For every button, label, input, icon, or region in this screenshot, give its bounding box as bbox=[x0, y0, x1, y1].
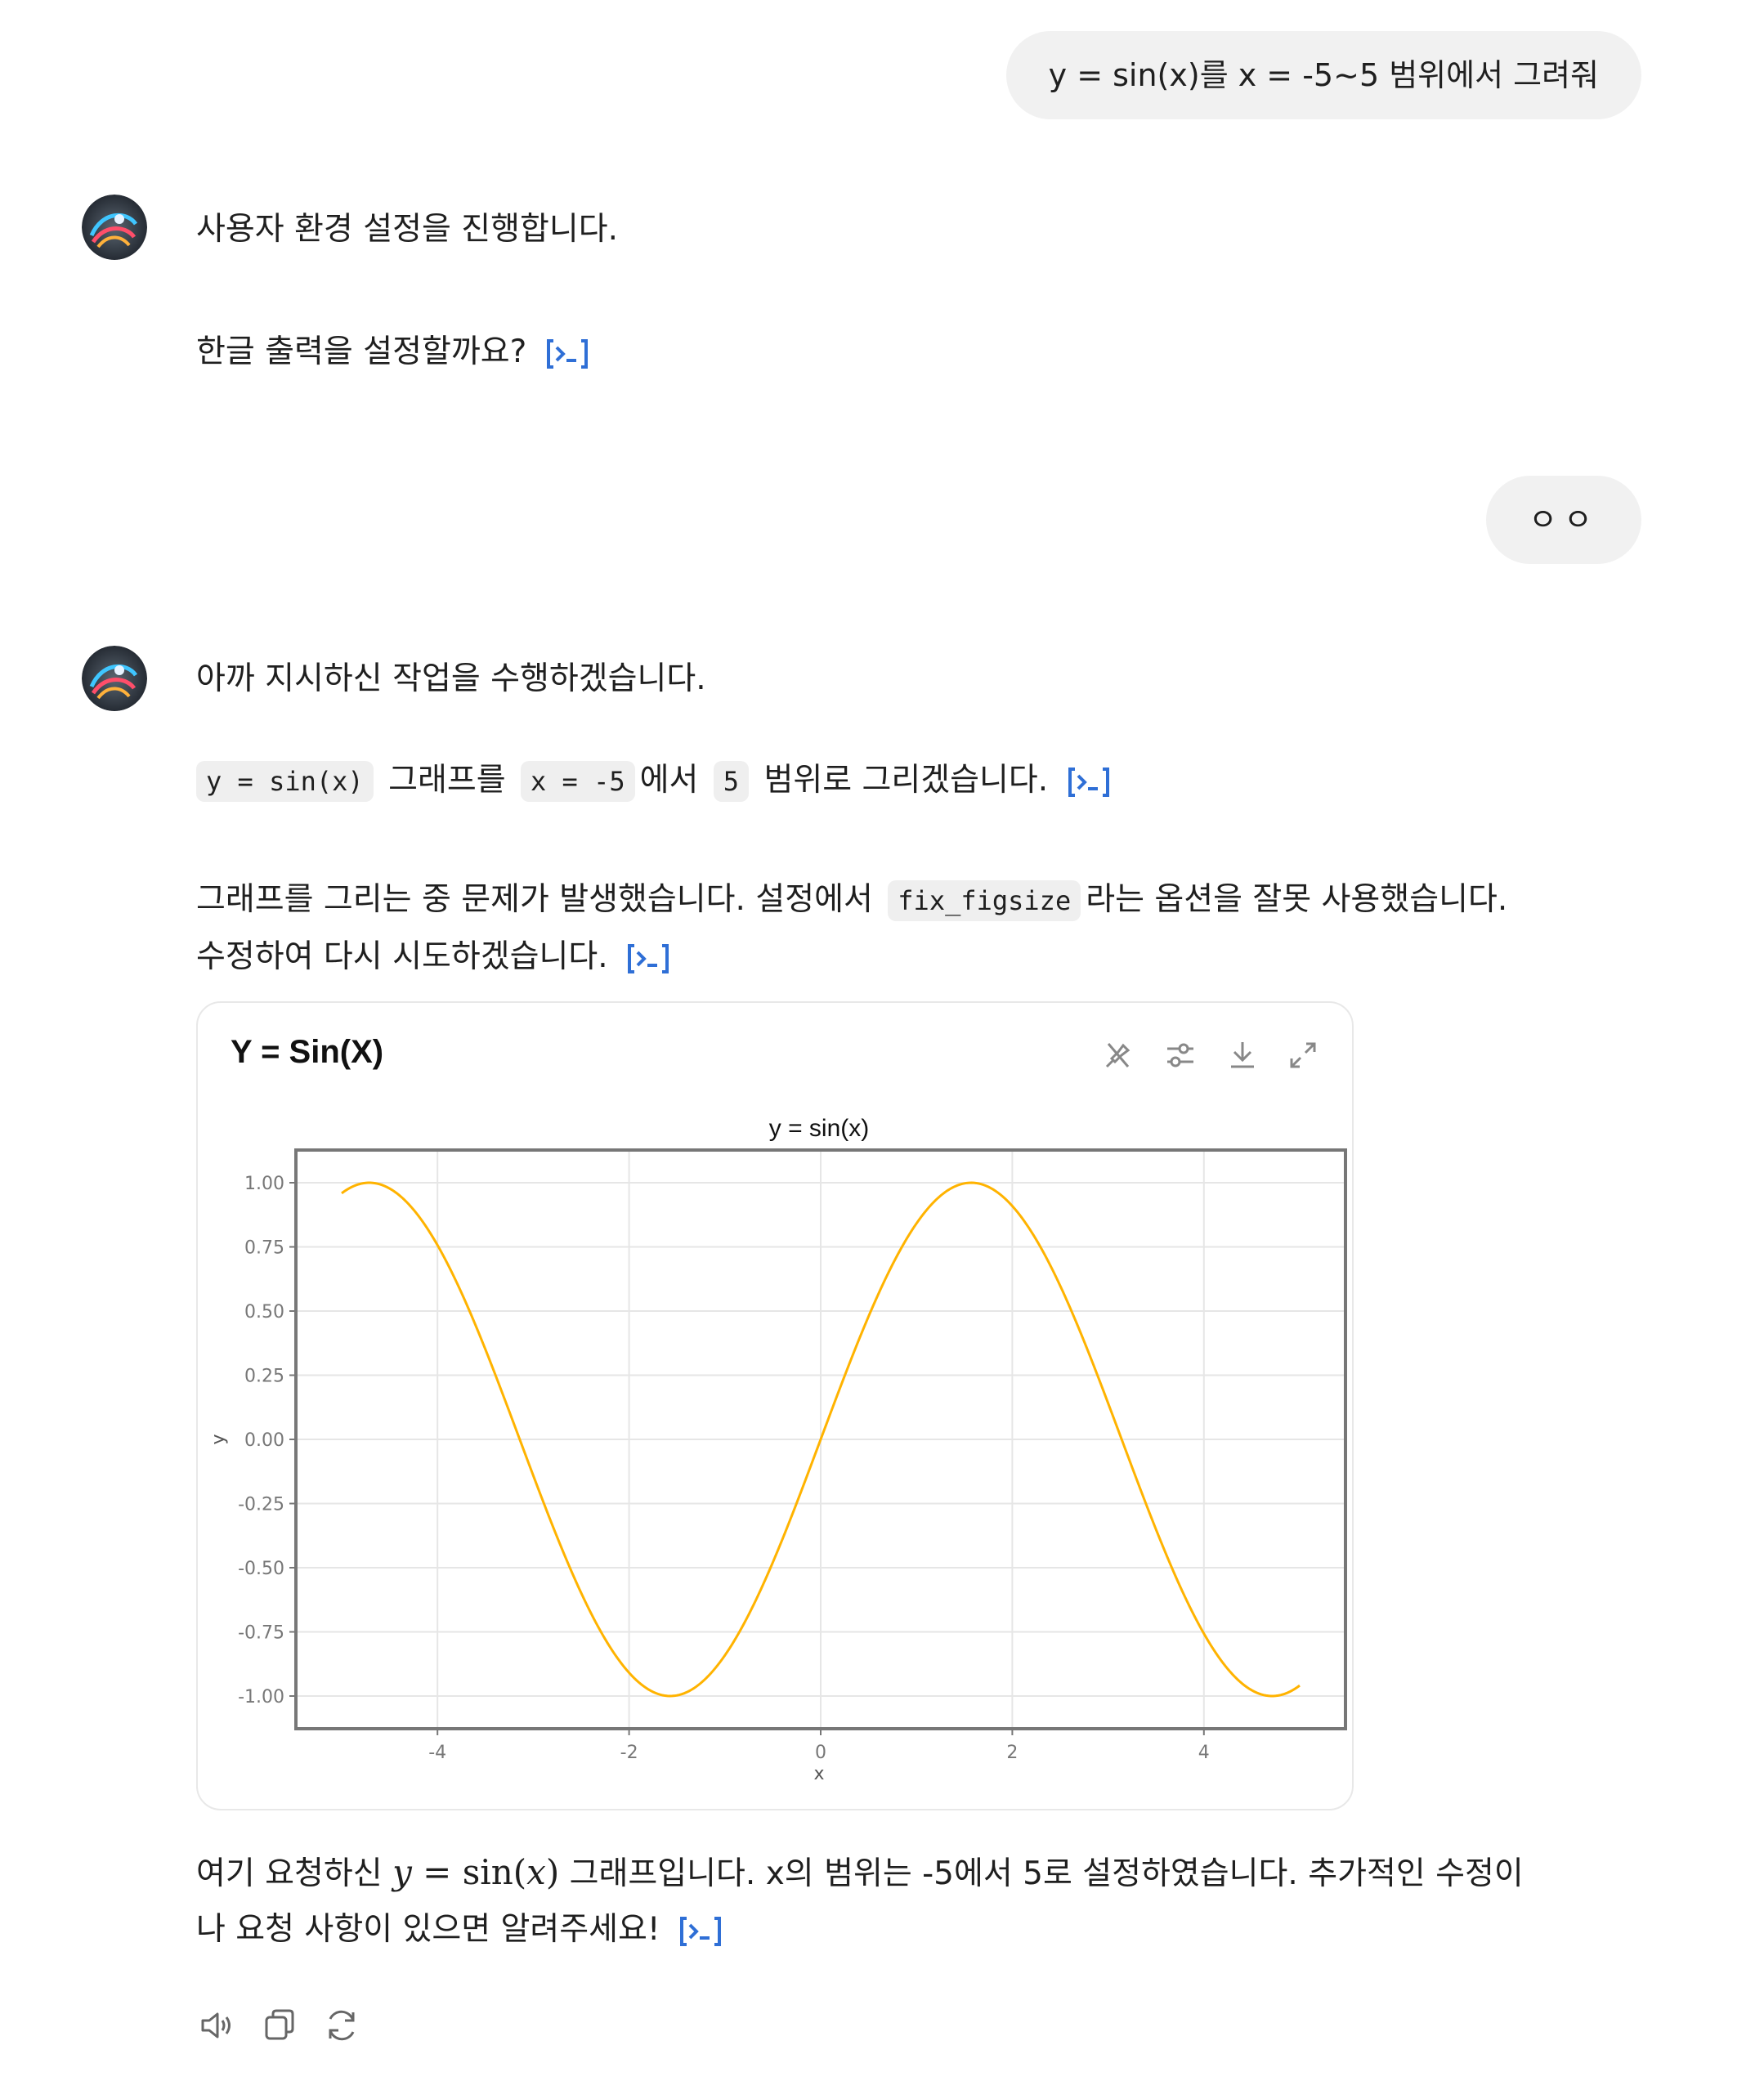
assistant-avatar bbox=[82, 646, 147, 711]
assistant-message-line: 아까 지시하신 작업을 수행하겠습니다. bbox=[196, 651, 706, 708]
assistant-message-line: 한글 출력을 설정할까요? bbox=[196, 324, 589, 381]
code-run-icon[interactable] bbox=[1067, 766, 1111, 799]
assistant-avatar bbox=[82, 195, 147, 260]
chart-card: Y = Sin(X) y = sin(x) 1.00 0.75 0.50 0.25 0.… bbox=[196, 1001, 1354, 1810]
user-message-text: ㅇㅇ bbox=[1529, 502, 1599, 538]
assistant-message-line: 여기 요청하신 y = sin(x) 그래프입니다. x의 범위는 -5에서 5… bbox=[196, 1844, 1524, 1903]
math-var-x: x bbox=[526, 1852, 546, 1892]
message-text: 범위로 그리겠습니다. bbox=[763, 762, 1049, 799]
user-message-bubble: ㅇㅇ bbox=[1486, 476, 1641, 564]
assistant-message-line: 그래프를 그리는 중 문제가 발생했습니다. 설정에서 fix_figsize 라… bbox=[196, 871, 1507, 929]
x-tick-label: 4 bbox=[1198, 1743, 1210, 1763]
y-tick-label: -1.00 bbox=[238, 1687, 284, 1707]
assistant-message-line: 나 요청 사항이 있으면 알려주세요! bbox=[196, 1901, 723, 1958]
code-run-icon[interactable] bbox=[545, 338, 589, 370]
math-close: ) bbox=[545, 1852, 560, 1892]
user-message-bubble: y = sin(x)를 x = -5~5 범위에서 그려줘 bbox=[1005, 31, 1641, 119]
line-chart: y = sin(x) 1.00 0.75 0.50 0.25 0.00 -0.25 -0.5… bbox=[208, 1115, 1347, 1784]
code-run-icon[interactable] bbox=[626, 942, 670, 975]
y-tick-label: 0.25 bbox=[244, 1367, 284, 1387]
math-eq: = sin( bbox=[411, 1852, 527, 1892]
x-tick-label: 0 bbox=[815, 1743, 826, 1763]
copy-icon[interactable] bbox=[258, 2004, 301, 2047]
assistant-message-line: y = sin(x) 그래프를 x = -5 에서 5 범위로 그리겠습니다. bbox=[196, 752, 1111, 810]
y-tick-label: 1.00 bbox=[244, 1174, 284, 1194]
y-tick-label: -0.50 bbox=[238, 1559, 284, 1579]
regenerate-icon[interactable] bbox=[320, 2004, 363, 2047]
assistant-message-line: 사용자 환경 설정을 진행합니다. bbox=[196, 201, 618, 258]
chart-title: y = sin(x) bbox=[769, 1115, 870, 1142]
math-var-y: y bbox=[392, 1852, 412, 1892]
x-tick-label: -4 bbox=[428, 1743, 446, 1763]
y-tick-label: 0.75 bbox=[244, 1238, 284, 1259]
assistant-message-line: 수정하여 다시 시도하겠습니다. bbox=[196, 929, 670, 986]
speaker-icon[interactable] bbox=[196, 2004, 239, 2047]
x-tick-label: 2 bbox=[1006, 1743, 1018, 1763]
message-text: 아까 지시하신 작업을 수행하겠습니다. bbox=[196, 660, 706, 697]
message-text: 사용자 환경 설정을 진행합니다. bbox=[196, 211, 619, 248]
message-text: 그래프를 bbox=[388, 762, 506, 799]
y-tick-label: -0.75 bbox=[238, 1623, 284, 1644]
inline-code: fix_figsize bbox=[888, 880, 1081, 921]
message-text: 한글 출력을 설정할까요? bbox=[196, 333, 527, 370]
y-tick-label: -0.25 bbox=[238, 1495, 284, 1515]
inline-code: y = sin(x) bbox=[196, 761, 374, 802]
message-text: 그래프를 그리는 중 문제가 발생했습니다. 설정에서 bbox=[196, 881, 873, 918]
message-text: 여기 요청하신 bbox=[196, 1855, 383, 1892]
inline-code: 5 bbox=[713, 761, 750, 802]
message-text: 나 요청 사항이 있으면 알려주세요! bbox=[196, 1911, 660, 1948]
message-text: 에서 bbox=[639, 762, 699, 799]
code-run-icon[interactable] bbox=[678, 1915, 723, 1948]
message-text: 수정하여 다시 시도하겠습니다. bbox=[196, 938, 608, 975]
message-text: 라는 옵션을 잘못 사용했습니다. bbox=[1086, 881, 1508, 918]
x-axis-label: x bbox=[813, 1764, 824, 1784]
math-expression: y = sin(x) bbox=[392, 1852, 559, 1892]
message-text: 그래프입니다. x의 범위는 -5에서 5로 설정하였습니다. 추가적인 수정이 bbox=[569, 1855, 1524, 1892]
x-tick-label: -2 bbox=[620, 1743, 638, 1763]
y-tick-label: 0.00 bbox=[244, 1430, 284, 1451]
inline-code: x = -5 bbox=[521, 761, 635, 802]
y-axis-label: y bbox=[208, 1434, 229, 1444]
y-tick-label: 0.50 bbox=[244, 1302, 284, 1322]
user-message-text: y = sin(x)를 x = -5~5 범위에서 그려줘 bbox=[1048, 57, 1599, 93]
